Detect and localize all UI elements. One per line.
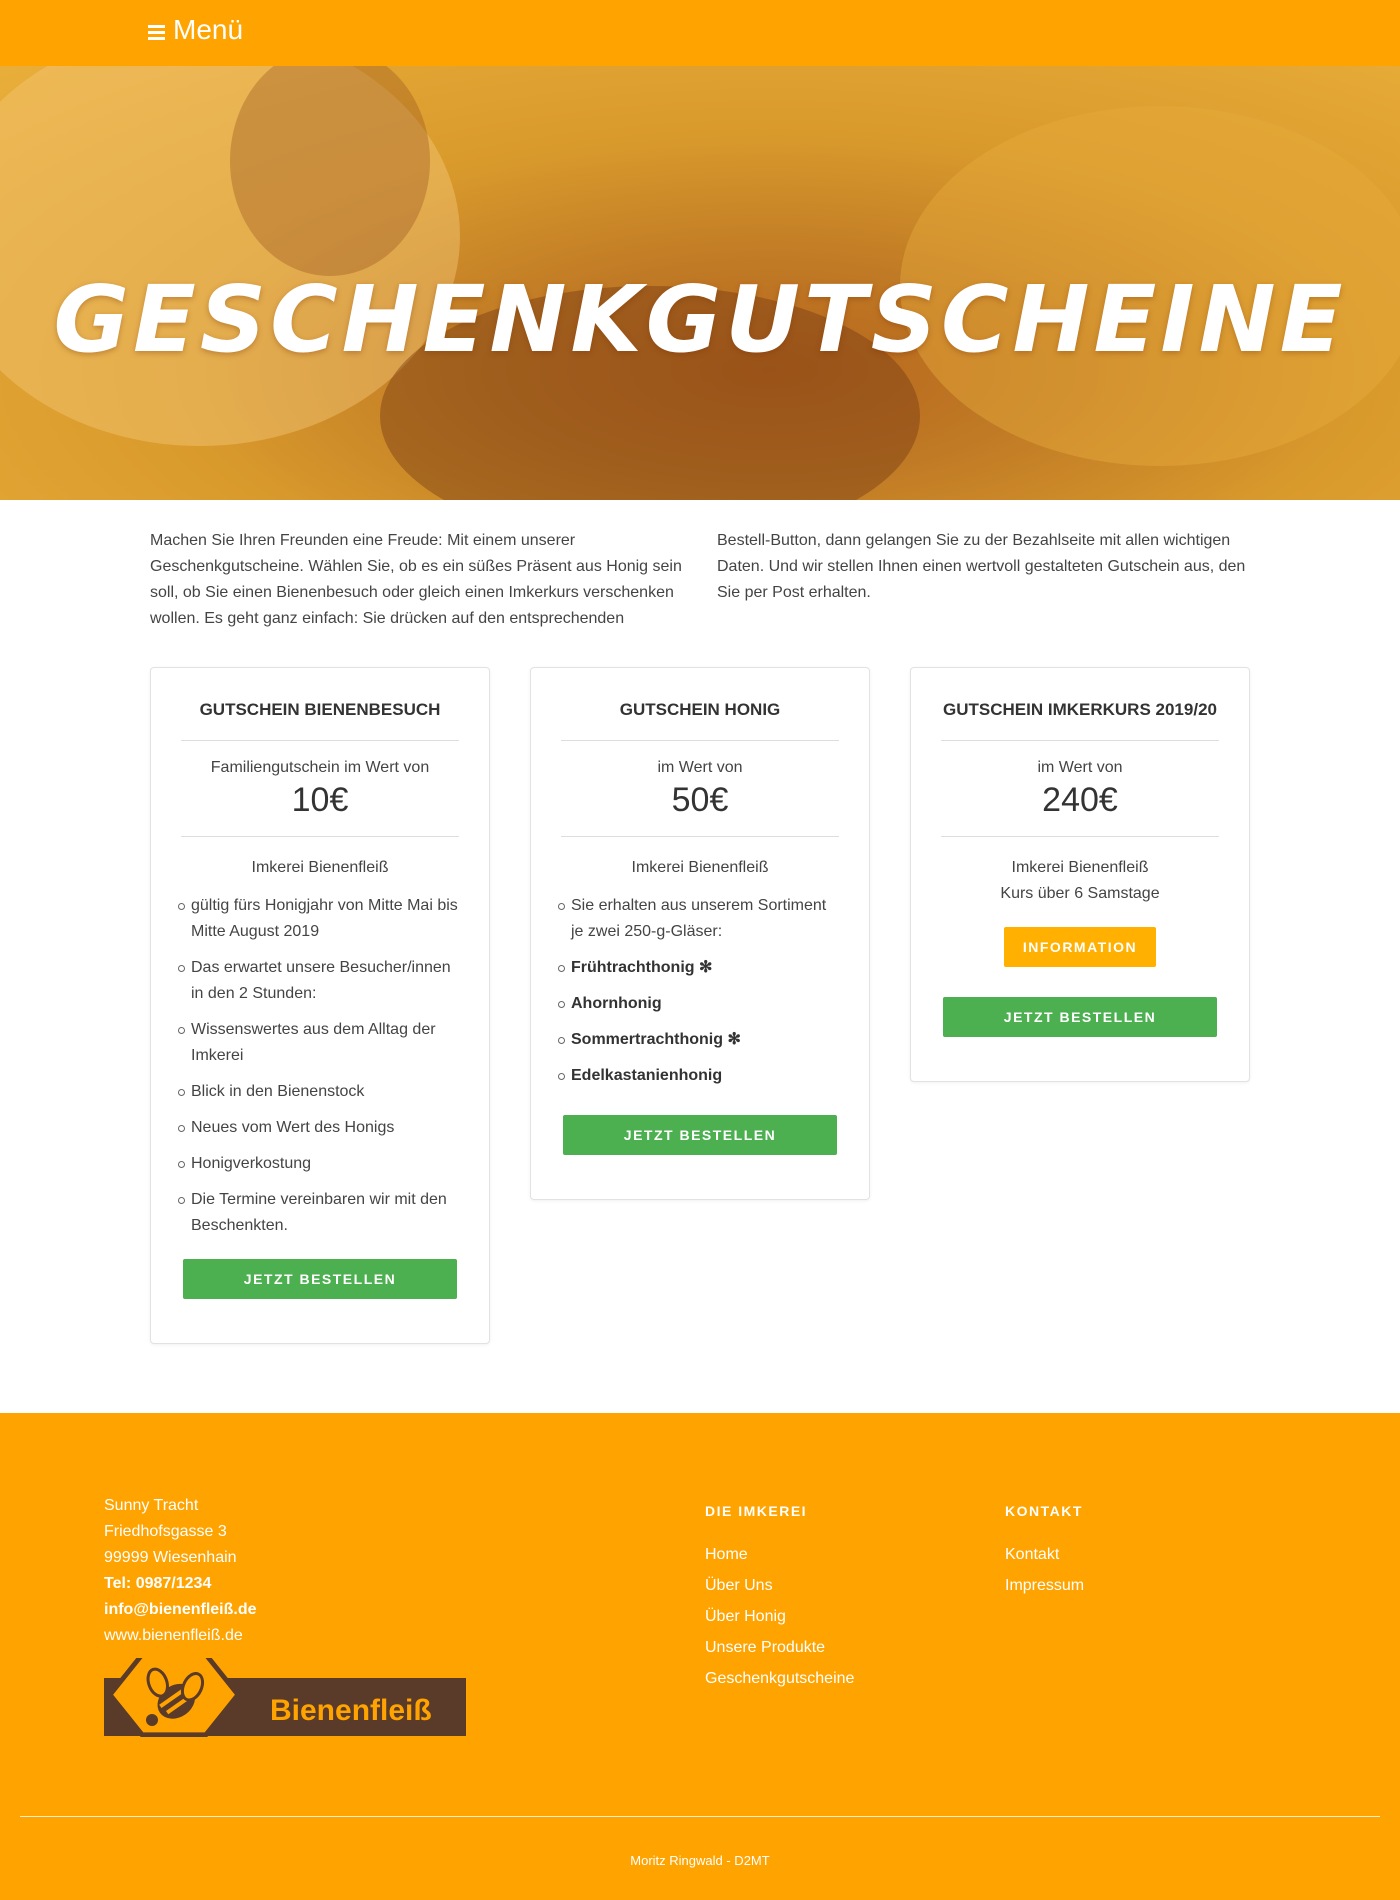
price-value: 50€	[671, 781, 729, 819]
phone: Tel: 0987/1234	[104, 1575, 212, 1592]
feature-item: Honigverkostung	[178, 1151, 459, 1177]
honey-type-item: Frühtrachthonig ✻	[558, 955, 839, 981]
price-block: im Wert von 240€	[941, 741, 1219, 837]
honey-type-item: Ahornhonig	[558, 991, 839, 1017]
provider-name: Imkerei Bienenfleiß	[251, 859, 389, 876]
footer-link-geschenkgutscheine[interactable]: Geschenkgutscheine	[705, 1670, 854, 1687]
voucher-card-honig: GUTSCHEIN HONIG im Wert von 50€ Imkerei …	[530, 667, 870, 1200]
feature-list: gültig fürs Honigjahr von Mitte Mai bis …	[178, 893, 459, 1239]
price-value: 240€	[1042, 781, 1118, 819]
intro-text: Machen Sie Ihren Freunden eine Freude: M…	[150, 528, 1250, 632]
voucher-card-imkerkurs: GUTSCHEIN IMKERKURS 2019/20 im Wert von …	[910, 667, 1250, 1082]
feature-item: Blick in den Bienenstock	[178, 1079, 459, 1105]
footer-links-kontakt: Kontakt Impressum	[1005, 1539, 1084, 1601]
card-title: GUTSCHEIN HONIG	[561, 668, 839, 741]
information-button[interactable]: INFORMATION	[1004, 927, 1156, 967]
footer-links-imkerei: Home Über Uns Über Honig Unsere Produkte…	[705, 1539, 854, 1694]
site-footer: Sunny Tracht Friedhofsgasse 3 99999 Wies…	[0, 1413, 1400, 1900]
footer-address: Sunny Tracht Friedhofsgasse 3 99999 Wies…	[104, 1493, 257, 1649]
logo-text: Bienenfleiß	[270, 1694, 432, 1727]
footer-link-home[interactable]: Home	[705, 1546, 748, 1563]
provider-name: Imkerei Bienenfleiß	[631, 859, 769, 876]
feature-item: Das erwartet unsere Besucher/innen in de…	[178, 955, 459, 1007]
price-block: Familiengutschein im Wert von 10€	[181, 741, 459, 837]
footer-link-ueber-honig[interactable]: Über Honig	[705, 1608, 786, 1625]
price-label: Familiengutschein im Wert von	[210, 759, 430, 776]
price-block: im Wert von 50€	[561, 741, 839, 837]
footer-credit: Moritz Ringwald - D2MT	[630, 1853, 770, 1868]
website-link[interactable]: www.bienenfleiß.de	[104, 1623, 257, 1649]
honey-type-item: Sommertrachthonig ✻	[558, 1027, 839, 1053]
price-value: 10€	[291, 781, 349, 819]
footer-heading-imkerei: DIE IMKEREI	[705, 1503, 808, 1519]
email-link[interactable]: info@bienenfleiß.de	[104, 1597, 257, 1623]
footer-divider	[20, 1816, 1380, 1817]
card-title: GUTSCHEIN IMKERKURS 2019/20	[941, 668, 1219, 741]
hamburger-icon	[148, 24, 165, 40]
intro-paragraph-2: Bestell-Button, dann gelangen Sie zu der…	[717, 532, 1246, 601]
feature-item: Die Termine vereinbaren wir mit den Besc…	[178, 1187, 459, 1239]
honey-type-item: Edelkastanienhonig	[558, 1063, 839, 1089]
feature-item: Wissenswertes aus dem Alltag der Imkerei	[178, 1017, 459, 1069]
footer-link-impressum[interactable]: Impressum	[1005, 1577, 1084, 1594]
feature-item: Neues vom Wert des Honigs	[178, 1115, 459, 1141]
feature-item: Sie erhalten aus unserem Sortiment je zw…	[558, 893, 839, 945]
footer-link-kontakt[interactable]: Kontakt	[1005, 1546, 1059, 1563]
order-button[interactable]: JETZT BESTELLEN	[563, 1115, 837, 1155]
menu-button[interactable]: Menü	[148, 14, 243, 46]
top-navigation-bar: Menü	[0, 0, 1400, 66]
intro-paragraph-1: Machen Sie Ihren Freunden eine Freude: M…	[150, 532, 682, 627]
bienenfleiss-logo: Bienenfleiß	[104, 1652, 466, 1738]
feature-list: Sie erhalten aus unserem Sortiment je zw…	[558, 893, 839, 1089]
company-name: Sunny Tracht	[104, 1497, 199, 1514]
price-label: im Wert von	[1037, 759, 1123, 776]
footer-link-ueber-uns[interactable]: Über Uns	[705, 1577, 773, 1594]
card-title: GUTSCHEIN BIENENBESUCH	[181, 668, 459, 741]
hero-title: GESCHENKGUTSCHEINE	[53, 266, 1347, 373]
city: 99999 Wiesenhain	[104, 1549, 237, 1566]
hero-banner: GESCHENKGUTSCHEINE	[0, 66, 1400, 500]
street: Friedhofsgasse 3	[104, 1523, 227, 1540]
course-duration: Kurs über 6 Samstage	[1000, 885, 1160, 902]
provider-name: Imkerei Bienenfleiß	[1011, 859, 1149, 876]
order-button[interactable]: JETZT BESTELLEN	[183, 1259, 457, 1299]
voucher-card-bienenbesuch: GUTSCHEIN BIENENBESUCH Familiengutschein…	[150, 667, 490, 1344]
order-button[interactable]: JETZT BESTELLEN	[943, 997, 1217, 1037]
feature-item: gültig fürs Honigjahr von Mitte Mai bis …	[178, 893, 459, 945]
price-label: im Wert von	[657, 759, 743, 776]
footer-heading-kontakt: KONTAKT	[1005, 1503, 1083, 1519]
footer-link-produkte[interactable]: Unsere Produkte	[705, 1639, 825, 1656]
menu-label: Menü	[173, 14, 244, 45]
